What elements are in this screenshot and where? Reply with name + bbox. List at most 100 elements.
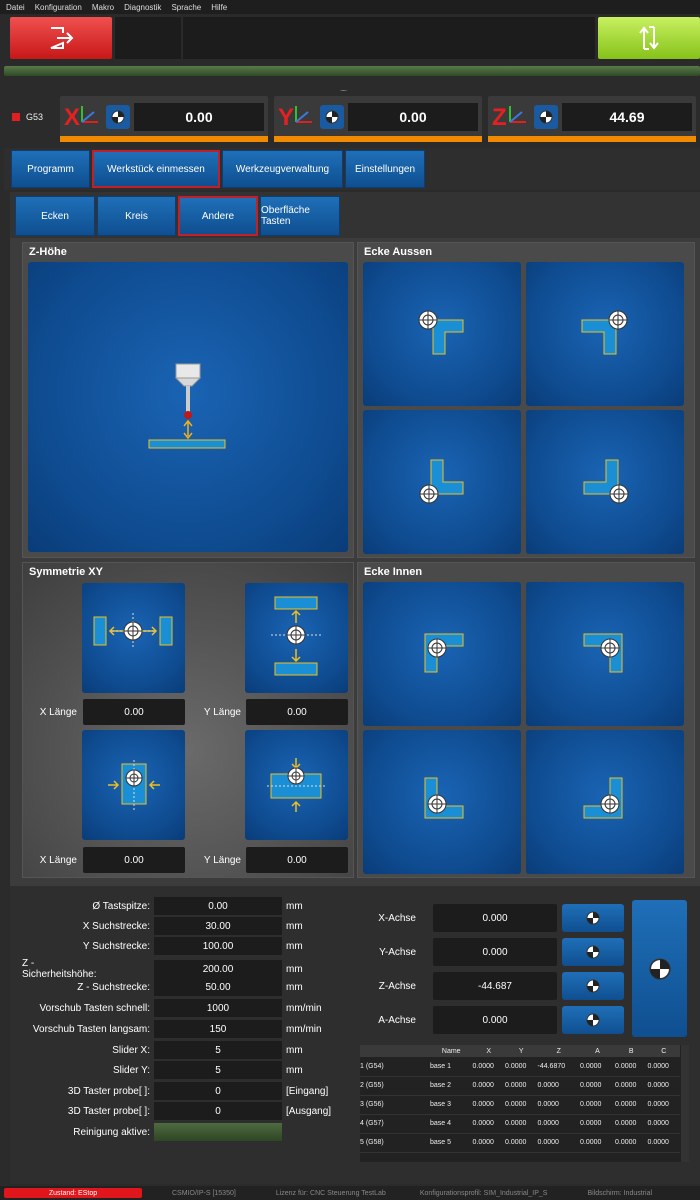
table-cell: 0.0000 bbox=[615, 1095, 648, 1115]
splitter-handle[interactable]: ..... bbox=[340, 84, 347, 93]
probe-outer-corner-3[interactable] bbox=[363, 410, 521, 554]
y-length-field[interactable]: 0.00 bbox=[246, 847, 348, 873]
probe-all-button[interactable] bbox=[632, 900, 687, 1037]
table-scrollbar[interactable] bbox=[681, 1045, 689, 1162]
axis-triad-icon bbox=[81, 106, 98, 123]
inner-corner-icon bbox=[583, 777, 623, 819]
probe-z-height-tile[interactable] bbox=[28, 262, 348, 552]
offsets-table: Name X Y Z A B C 1 (G54) base 1 0.0000 0.00… bbox=[360, 1045, 680, 1153]
probe-z-button[interactable] bbox=[562, 972, 624, 1000]
param-field[interactable]: 1000 bbox=[154, 999, 282, 1017]
table-cell: 0.0000 bbox=[505, 1133, 538, 1153]
menu-hilfe[interactable]: Hilfe bbox=[211, 3, 227, 12]
probe-outer-corner-1[interactable] bbox=[363, 262, 521, 406]
probe-inner-corner-4[interactable] bbox=[526, 730, 684, 874]
menu-sprache[interactable]: Sprache bbox=[171, 3, 201, 12]
tab-einstellungen[interactable]: Einstellungen bbox=[345, 150, 425, 188]
param-unit: mm/min bbox=[286, 1023, 322, 1035]
probe-outer-corner-4[interactable] bbox=[526, 410, 684, 554]
axis-probe-value[interactable]: 0.000 bbox=[433, 904, 557, 932]
param-unit: mm bbox=[286, 920, 303, 932]
param-field[interactable]: 50.00 bbox=[154, 978, 282, 996]
axis-triad-icon bbox=[509, 106, 526, 123]
row-index: 2 (G55) bbox=[360, 1076, 430, 1096]
table-cell: 0.0000 bbox=[505, 1095, 538, 1115]
toolbar-slot bbox=[115, 17, 181, 59]
subtab-oberflaeche-tasten[interactable]: Oberfläche Tasten bbox=[260, 196, 340, 236]
param-unit: mm bbox=[286, 940, 303, 952]
row-index: 4 (G57) bbox=[360, 1114, 430, 1134]
param-field[interactable]: 30.00 bbox=[154, 917, 282, 935]
axis-probe-value[interactable]: 0.000 bbox=[433, 1006, 557, 1034]
axis-value[interactable]: 0.00 bbox=[348, 103, 478, 131]
menu-makro[interactable]: Makro bbox=[92, 3, 114, 12]
probe-symmetry-x-outer[interactable] bbox=[82, 583, 185, 693]
subtab-kreis[interactable]: Kreis bbox=[97, 196, 176, 236]
subtab-ecken[interactable]: Ecken bbox=[15, 196, 95, 236]
probe-a-button[interactable] bbox=[562, 1006, 624, 1034]
zero-axis-button[interactable] bbox=[106, 105, 130, 129]
symmetry-x-inner-icon bbox=[108, 760, 160, 810]
probe-inner-corner-2[interactable] bbox=[526, 582, 684, 726]
param-field[interactable]: 0.00 bbox=[154, 897, 282, 915]
x-length-field[interactable]: 0.00 bbox=[83, 847, 185, 873]
param-unit: mm bbox=[286, 1044, 303, 1056]
param-field[interactable]: 0 bbox=[154, 1102, 282, 1120]
cycle-button[interactable] bbox=[598, 17, 700, 59]
table-cell: 0.0000 bbox=[615, 1114, 648, 1134]
tab-werkstueck-einmessen[interactable]: Werkstück einmessen bbox=[92, 150, 220, 188]
probe-target-icon bbox=[586, 945, 600, 959]
table-row[interactable]: 1 (G54) base 1 0.0000 0.0000 -44.6870 0.0000 0… bbox=[360, 1057, 680, 1077]
table-row[interactable]: 2 (G55) base 2 0.0000 0.0000 0.0000 0.0000 0.0… bbox=[360, 1076, 680, 1096]
param-field[interactable]: 0 bbox=[154, 1082, 282, 1100]
probe-outer-corner-2[interactable] bbox=[526, 262, 684, 406]
menu-datei[interactable]: Datei bbox=[6, 3, 25, 12]
table-row[interactable]: 4 (G57) base 4 0.0000 0.0000 0.0000 0.0000 0.0… bbox=[360, 1114, 680, 1134]
exit-button[interactable] bbox=[10, 17, 112, 59]
table-cell: 0.0000 bbox=[615, 1133, 648, 1153]
probe-target-icon bbox=[539, 110, 553, 124]
param-label: 3D Taster probe[ ]: bbox=[67, 1085, 150, 1097]
y-length-field[interactable]: 0.00 bbox=[246, 699, 348, 725]
tab-programm[interactable]: Programm bbox=[11, 150, 90, 188]
probe-x-button[interactable] bbox=[562, 904, 624, 932]
table-header bbox=[360, 1045, 430, 1057]
panel-title: Z-Höhe bbox=[29, 246, 67, 258]
menu-diagnostik[interactable]: Diagnostik bbox=[124, 3, 161, 12]
param-field[interactable]: 5 bbox=[154, 1041, 282, 1059]
y-length-label: Y Länge bbox=[203, 707, 241, 718]
zero-axis-button[interactable] bbox=[320, 105, 344, 129]
table-row[interactable]: 5 (G58) base 5 0.0000 0.0000 0.0000 0.0000 0.0… bbox=[360, 1133, 680, 1153]
axis-value[interactable]: 44.69 bbox=[562, 103, 692, 131]
probe-inner-corner-1[interactable] bbox=[363, 582, 521, 726]
x-length-field[interactable]: 0.00 bbox=[83, 699, 185, 725]
param-field[interactable]: 150 bbox=[154, 1020, 282, 1038]
param-field[interactable]: 5 bbox=[154, 1061, 282, 1079]
probe-target-icon bbox=[648, 957, 671, 980]
param-field[interactable]: 100.00 bbox=[154, 937, 282, 955]
table-cell: 0.0000 bbox=[647, 1057, 680, 1077]
probe-symmetry-y-outer[interactable] bbox=[245, 583, 348, 693]
table-cell: 0.0000 bbox=[580, 1133, 615, 1153]
axis-probe-label: Y-Achse bbox=[379, 947, 416, 958]
table-cell: 0.0000 bbox=[580, 1095, 615, 1115]
tab-werkzeugverwaltung[interactable]: Werkzeugverwaltung bbox=[222, 150, 343, 188]
zero-axis-button[interactable] bbox=[534, 105, 558, 129]
table-row[interactable]: 3 (G56) base 3 0.0000 0.0000 0.0000 0.0000 0.0… bbox=[360, 1095, 680, 1115]
z-probe-icon bbox=[148, 363, 226, 449]
axis-probe-value[interactable]: -44.687 bbox=[433, 972, 557, 1000]
subtab-andere[interactable]: Andere bbox=[178, 196, 258, 236]
axis-probe-value[interactable]: 0.000 bbox=[433, 938, 557, 966]
table-cell: 0.0000 bbox=[537, 1114, 580, 1134]
axis-probe-label: Z-Achse bbox=[378, 981, 416, 992]
probe-symmetry-y-inner[interactable] bbox=[245, 730, 348, 840]
param-field[interactable]: 200.00 bbox=[154, 960, 282, 978]
symmetry-x-icon bbox=[93, 613, 173, 649]
probe-y-button[interactable] bbox=[562, 938, 624, 966]
probe-symmetry-x-inner[interactable] bbox=[82, 730, 185, 840]
axis-value[interactable]: 0.00 bbox=[134, 103, 264, 131]
menu-konfiguration[interactable]: Konfiguration bbox=[35, 3, 82, 12]
param-label: Slider X: bbox=[112, 1044, 150, 1056]
probe-inner-corner-3[interactable] bbox=[363, 730, 521, 874]
param-unit: [Ausgang] bbox=[286, 1105, 332, 1117]
